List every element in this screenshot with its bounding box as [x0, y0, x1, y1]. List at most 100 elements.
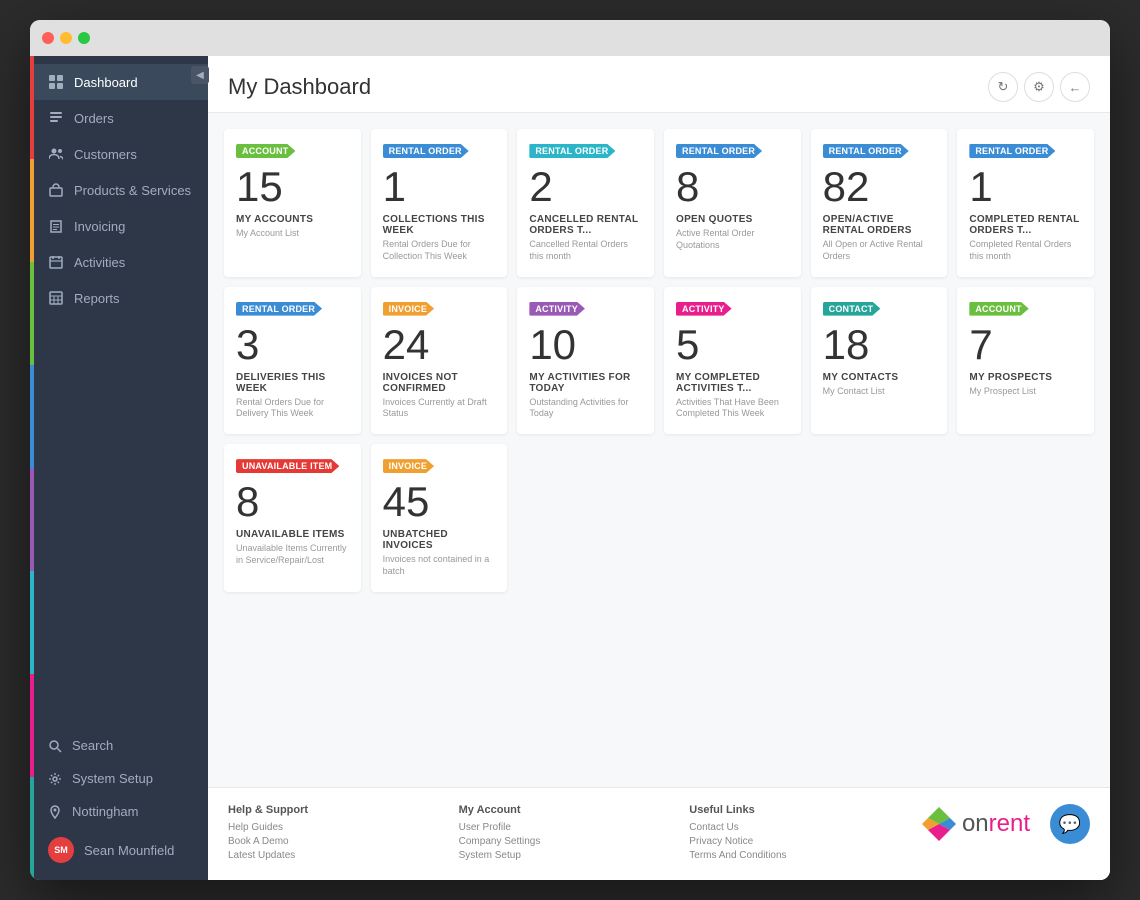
card-activities-today[interactable]: Activity 10 MY ACTIVITIES FOR TODAY Outs… [517, 287, 654, 435]
footer-link-latest-updates[interactable]: Latest Updates [228, 850, 429, 861]
card-badge: Rental Order [823, 144, 909, 158]
location-label: Nottingham [72, 804, 138, 819]
card-number: 82 [823, 164, 936, 210]
settings-button[interactable]: ⚙ [1024, 72, 1054, 102]
footer-logo: onrent 💬 [920, 804, 1090, 844]
sidebar-item-products[interactable]: Products & Services [30, 172, 208, 208]
footer-useful: Useful Links Contact Us Privacy Notice T… [689, 804, 890, 864]
card-invoices-unconfirmed[interactable]: Invoice 24 INVOICES NOT CONFIRMED Invoic… [371, 287, 508, 435]
card-collections[interactable]: Rental Order 1 COLLECTIONS THIS WEEK Ren… [371, 129, 508, 277]
maximize-dot[interactable] [78, 32, 90, 44]
sidebar-products-label: Products & Services [74, 183, 191, 198]
footer-account: My Account User Profile Company Settings… [459, 804, 660, 864]
card-number: 2 [529, 164, 642, 210]
footer-useful-heading: Useful Links [689, 804, 890, 816]
footer-link-book-demo[interactable]: Book A Demo [228, 836, 429, 847]
sidebar-item-invoicing[interactable]: Invoicing [30, 208, 208, 244]
card-cancelled-rental[interactable]: Rental Order 2 CANCELLED RENTAL ORDERS T… [517, 129, 654, 277]
card-title: INVOICES NOT CONFIRMED [383, 372, 496, 394]
dashboard-icon [48, 74, 64, 90]
footer-link-contact-us[interactable]: Contact Us [689, 822, 890, 833]
card-badge: Activity [529, 302, 585, 316]
invoicing-icon [48, 218, 64, 234]
footer-help-heading: Help & Support [228, 804, 429, 816]
card-subtitle: Rental Orders Due for Collection This We… [383, 239, 496, 262]
footer-account-heading: My Account [459, 804, 660, 816]
card-title: UNAVAILABLE ITEMS [236, 529, 349, 540]
card-title: OPEN/ACTIVE RENTAL ORDERS [823, 214, 936, 236]
card-prospects[interactable]: Account 7 MY PROSPECTS My Prospect List [957, 287, 1094, 435]
card-subtitle: Invoices Currently at Draft Status [383, 397, 496, 420]
card-number: 7 [969, 322, 1082, 368]
card-open-quotes[interactable]: Rental Order 8 OPEN QUOTES Active Rental… [664, 129, 801, 277]
card-deliveries[interactable]: Rental Order 3 DELIVERIES THIS WEEK Rent… [224, 287, 361, 435]
app-body: ◀ Dashboard [30, 56, 1110, 880]
footer-help: Help & Support Help Guides Book A Demo L… [228, 804, 429, 864]
card-title: OPEN QUOTES [676, 214, 789, 225]
sidebar-bottom: Search System Setup [30, 729, 208, 880]
sidebar-item-system-setup[interactable]: System Setup [30, 762, 208, 795]
minimize-dot[interactable] [60, 32, 72, 44]
footer-link-help-guides[interactable]: Help Guides [228, 822, 429, 833]
card-my-accounts[interactable]: Account 15 MY ACCOUNTS My Account List [224, 129, 361, 277]
system-setup-label: System Setup [72, 771, 153, 786]
card-title: MY ACTIVITIES FOR TODAY [529, 372, 642, 394]
card-active-rental[interactable]: Rental Order 82 OPEN/ACTIVE RENTAL ORDER… [811, 129, 948, 277]
page-title: My Dashboard [228, 74, 371, 100]
card-completed-rental[interactable]: Rental Order 1 COMPLETED RENTAL ORDERS T… [957, 129, 1094, 277]
footer-link-company-settings[interactable]: Company Settings [459, 836, 660, 847]
footer-link-terms[interactable]: Terms And Conditions [689, 850, 890, 861]
titlebar [30, 20, 1110, 56]
card-title: MY ACCOUNTS [236, 214, 349, 225]
footer: Help & Support Help Guides Book A Demo L… [208, 787, 1110, 880]
card-badge: Rental Order [529, 144, 615, 158]
card-unavailable[interactable]: Unavailable Item 8 UNAVAILABLE ITEMS Una… [224, 444, 361, 592]
card-number: 8 [676, 164, 789, 210]
location-pin-icon [48, 805, 62, 819]
card-subtitle: Activities That Have Been Completed This… [676, 397, 789, 420]
card-subtitle: My Account List [236, 228, 349, 240]
card-subtitle: Outstanding Activities for Today [529, 397, 642, 420]
sidebar-customers-label: Customers [74, 147, 137, 162]
card-badge: Rental Order [383, 144, 469, 158]
card-completed-activities[interactable]: Activity 5 MY COMPLETED ACTIVITIES T... … [664, 287, 801, 435]
refresh-button[interactable]: ↻ [988, 72, 1018, 102]
card-badge: Invoice [383, 302, 434, 316]
sidebar-item-activities[interactable]: Activities [30, 244, 208, 280]
card-unbatched[interactable]: Invoice 45 UNBATCHED INVOICES Invoices n… [371, 444, 508, 592]
chat-button[interactable]: 💬 [1050, 804, 1090, 844]
card-title: DELIVERIES THIS WEEK [236, 372, 349, 394]
back-button[interactable]: ← [1060, 72, 1090, 102]
main-content: My Dashboard ↻ ⚙ ← Account 15 MY ACCOUNT… [208, 56, 1110, 880]
card-subtitle: Completed Rental Orders this month [969, 239, 1082, 262]
sidebar-item-dashboard[interactable]: Dashboard [30, 64, 208, 100]
sidebar-item-customers[interactable]: Customers [30, 136, 208, 172]
card-title: CANCELLED RENTAL ORDERS T... [529, 214, 642, 236]
card-contacts[interactable]: Contact 18 MY CONTACTS My Contact List [811, 287, 948, 435]
card-badge: Activity [676, 302, 732, 316]
sidebar-color-bars [30, 56, 34, 880]
sidebar-item-location[interactable]: Nottingham [30, 795, 208, 828]
card-number: 3 [236, 322, 349, 368]
footer-link-user-profile[interactable]: User Profile [459, 822, 660, 833]
card-badge: Rental Order [676, 144, 762, 158]
app-window: ◀ Dashboard [30, 20, 1110, 880]
sidebar-item-search[interactable]: Search [30, 729, 208, 762]
footer-link-system-setup[interactable]: System Setup [459, 850, 660, 861]
footer-link-privacy[interactable]: Privacy Notice [689, 836, 890, 847]
activities-icon [48, 254, 64, 270]
logo-text: onrent [962, 810, 1030, 838]
cards-row-1: Account 15 MY ACCOUNTS My Account List R… [224, 129, 1094, 277]
reports-icon [48, 290, 64, 306]
sidebar-collapse-button[interactable]: ◀ [191, 66, 209, 84]
sidebar-item-orders[interactable]: Orders [30, 100, 208, 136]
card-number: 1 [969, 164, 1082, 210]
sidebar-item-user[interactable]: SM Sean Mounfield [30, 828, 208, 872]
user-initials: SM [54, 845, 68, 855]
close-dot[interactable] [42, 32, 54, 44]
cards-row-3: Unavailable Item 8 UNAVAILABLE ITEMS Una… [224, 444, 1094, 592]
card-badge: Unavailable Item [236, 459, 339, 473]
sidebar-dashboard-label: Dashboard [74, 75, 138, 90]
sidebar-item-reports[interactable]: Reports [30, 280, 208, 316]
card-badge: Invoice [383, 459, 434, 473]
